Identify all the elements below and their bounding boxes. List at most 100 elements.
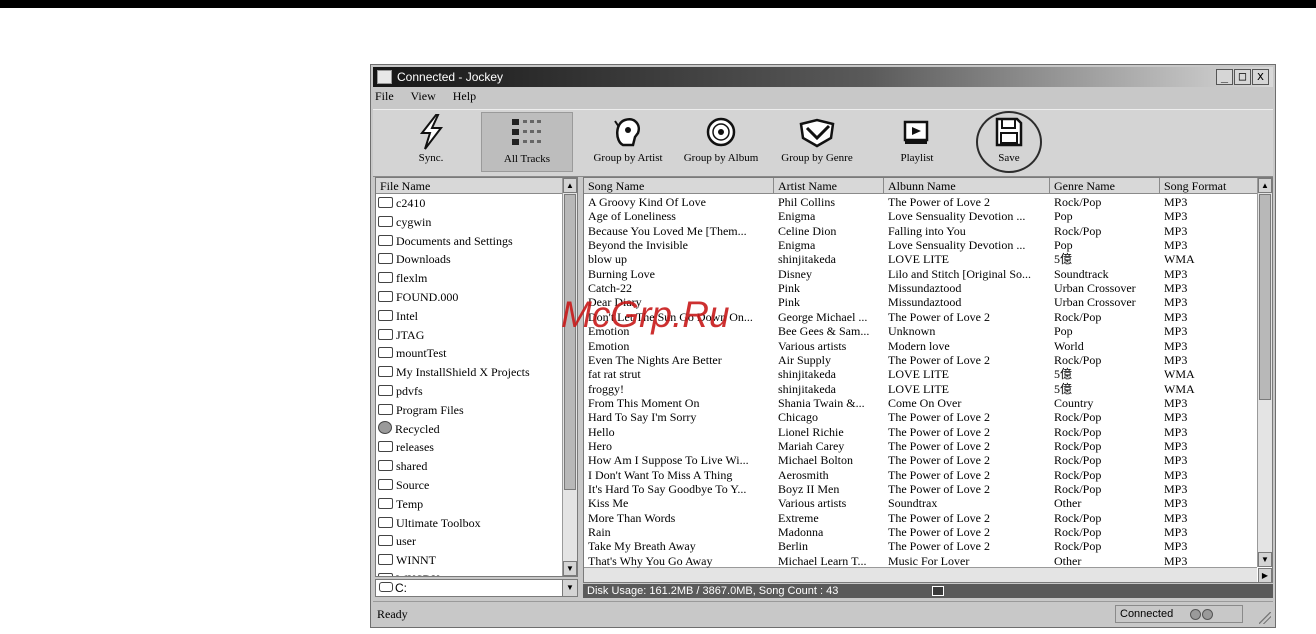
song-format-cell: MP3 [1164, 223, 1188, 238]
folder-item[interactable]: Temp [378, 495, 423, 513]
scroll-down-arrow-icon[interactable]: ▼ [1258, 552, 1272, 567]
folder-item[interactable]: Downloads [378, 250, 451, 268]
folder-icon [378, 291, 393, 302]
song-format-cell: MP3 [1164, 510, 1188, 525]
album-name-header[interactable]: Albunn Name [884, 178, 1050, 194]
scroll-up-arrow-icon[interactable]: ▲ [563, 178, 577, 193]
scroll-thumb[interactable] [564, 194, 576, 490]
song-format-cell: MP3 [1164, 238, 1188, 253]
minimize-button[interactable]: _ [1216, 69, 1233, 85]
status-text: Ready [377, 607, 408, 621]
song-row[interactable]: Hard To Say I'm Sorry Chicago The Power of… [584, 410, 1258, 424]
scroll-up-arrow-icon[interactable]: ▲ [1258, 178, 1272, 193]
sync-button[interactable]: Sync. [381, 112, 481, 172]
album-name-cell: The Power of Love 2 [888, 525, 990, 540]
song-format-cell: MP3 [1164, 424, 1188, 439]
song-row[interactable]: fat rat strut shinjitakeda LOVE LITE 5億 WMA [584, 367, 1258, 381]
maximize-button[interactable]: □ [1234, 69, 1251, 85]
resize-grip-icon[interactable] [1259, 612, 1271, 624]
folder-item[interactable]: user [378, 532, 416, 550]
song-row[interactable]: Burning Love Disney Lilo and Stitch [Origi… [584, 267, 1258, 281]
song-format-cell: MP3 [1164, 553, 1188, 568]
song-row[interactable]: From This Moment On Shania Twain &... Come… [584, 396, 1258, 410]
song-format-header[interactable]: Song Format [1160, 178, 1258, 194]
album-name-cell: The Power of Love 2 [888, 539, 990, 554]
all-tracks-button[interactable]: All Tracks [481, 112, 573, 172]
album-name-cell: Come On Over [888, 395, 962, 410]
folder-item[interactable]: WINNT [378, 551, 436, 569]
menu-view[interactable]: View [410, 89, 435, 103]
close-button[interactable]: x [1252, 69, 1269, 85]
folder-item[interactable]: shared [378, 457, 427, 475]
song-row[interactable]: Rain Madonna The Power of Love 2 Rock/Pop MP… [584, 525, 1258, 539]
song-name-header[interactable]: Song Name [584, 178, 774, 194]
song-row[interactable]: Because You Loved Me [Them... Celine Dion… [584, 224, 1258, 238]
folder-item[interactable]: Source [378, 476, 429, 494]
menu-help[interactable]: Help [453, 89, 476, 103]
group-by-genre-button[interactable]: Group by Genre [769, 112, 865, 172]
song-name-cell: blow up [588, 252, 627, 267]
playlist-button[interactable]: Playlist [873, 112, 961, 172]
lightning-icon [381, 112, 481, 152]
title-bar[interactable]: Connected - Jockey _ □ x [373, 67, 1273, 87]
song-row[interactable]: More Than Words Extreme The Power of Love … [584, 511, 1258, 525]
song-row[interactable]: Even The Nights Are Better Air Supply The … [584, 353, 1258, 367]
artist-name-header[interactable]: Artist Name [774, 178, 884, 194]
folder-item[interactable]: My InstallShield X Projects [378, 363, 530, 381]
folder-item[interactable]: releases [378, 438, 434, 456]
song-row[interactable]: That's Why You Go Away Michael Learn T...… [584, 554, 1258, 568]
genre-name-cell: Rock/Pop [1054, 195, 1102, 209]
scroll-down-arrow-icon[interactable]: ▼ [563, 561, 577, 576]
folder-item[interactable]: WKSDK [378, 570, 440, 576]
song-row[interactable]: How Am I Suppose To Live Wi... Michael Bo… [584, 453, 1258, 467]
song-row[interactable]: A Groovy Kind Of Love Phil Collins The Pow… [584, 195, 1258, 209]
song-name-cell: I Don't Want To Miss A Thing [588, 467, 733, 482]
artist-name-cell: Shania Twain &... [778, 395, 865, 410]
group-by-artist-button[interactable]: Group by Artist [583, 112, 673, 172]
folder-icon [378, 328, 393, 340]
song-name-cell: Hard To Say I'm Sorry [588, 410, 697, 425]
song-row[interactable]: Beyond the Invisible Enigma Love Sensualit… [584, 238, 1258, 252]
song-name-cell: That's Why You Go Away [588, 553, 713, 568]
dropdown-arrow-icon[interactable]: ▼ [562, 580, 577, 596]
song-row[interactable]: Take My Breath Away Berlin The Power of Lo… [584, 539, 1258, 553]
folder-item[interactable]: Documents and Settings [378, 232, 513, 250]
song-row[interactable]: It's Hard To Say Goodbye To Y... Boyz II … [584, 482, 1258, 496]
folder-item[interactable]: flexlm [378, 269, 427, 287]
folder-item[interactable]: Intel [378, 307, 418, 325]
song-row[interactable]: I Don't Want To Miss A Thing Aerosmith The… [584, 468, 1258, 482]
song-list-vscroll[interactable]: ▲ ▼ [1257, 178, 1272, 567]
folder-item[interactable]: Ultimate Toolbox [378, 514, 481, 532]
folder-item[interactable]: c2410 [378, 194, 425, 212]
genre-name-header[interactable]: Genre Name [1050, 178, 1160, 194]
song-format-cell: MP3 [1164, 395, 1188, 410]
scroll-thumb[interactable] [1259, 194, 1271, 400]
song-row[interactable]: froggy! shinjitakeda LOVE LITE 5億 WMA [584, 382, 1258, 396]
folder-item[interactable]: JTAG [378, 326, 424, 344]
group-by-album-button[interactable]: Group by Album [673, 112, 769, 172]
file-pane-scrollbar[interactable]: ▲ ▼ [562, 178, 577, 576]
folder-item[interactable]: Program Files [378, 401, 464, 419]
folder-item[interactable]: pdvfs [378, 382, 423, 400]
menu-file[interactable]: File [375, 89, 394, 103]
file-name-header[interactable]: File Name [376, 178, 563, 194]
song-row[interactable]: blow up shinjitakeda LOVE LITE 5億 WMA [584, 252, 1258, 266]
folder-item[interactable]: mountTest [378, 344, 447, 362]
song-name-cell: More Than Words [588, 510, 676, 525]
folder-item[interactable]: cygwin [378, 213, 431, 231]
song-row[interactable]: Hero Mariah Carey The Power of Love 2 Rock/… [584, 439, 1258, 453]
song-row[interactable]: Hello Lionel Richie The Power of Love 2 Roc… [584, 425, 1258, 439]
folder-item[interactable]: FOUND.000 [378, 288, 458, 306]
song-list-hscroll[interactable]: ▶ [584, 567, 1272, 582]
song-row[interactable]: Age of Loneliness Enigma Love Sensuality D… [584, 209, 1258, 223]
genre-name-cell: Rock/Pop [1054, 438, 1102, 453]
folder-item[interactable]: Recycled [378, 420, 440, 438]
song-row[interactable]: Emotion Various artists Modern love World MP… [584, 339, 1258, 353]
drive-selector[interactable]: C: ▼ [375, 579, 578, 597]
folder-icon [378, 516, 393, 528]
recycle-bin-icon [378, 420, 392, 434]
disk-icon [932, 586, 944, 596]
app-icon [377, 70, 392, 84]
song-row[interactable]: Kiss Me Various artists Soundtrax Other MP3 [584, 496, 1258, 510]
scroll-right-arrow-icon[interactable]: ▶ [1258, 568, 1272, 582]
